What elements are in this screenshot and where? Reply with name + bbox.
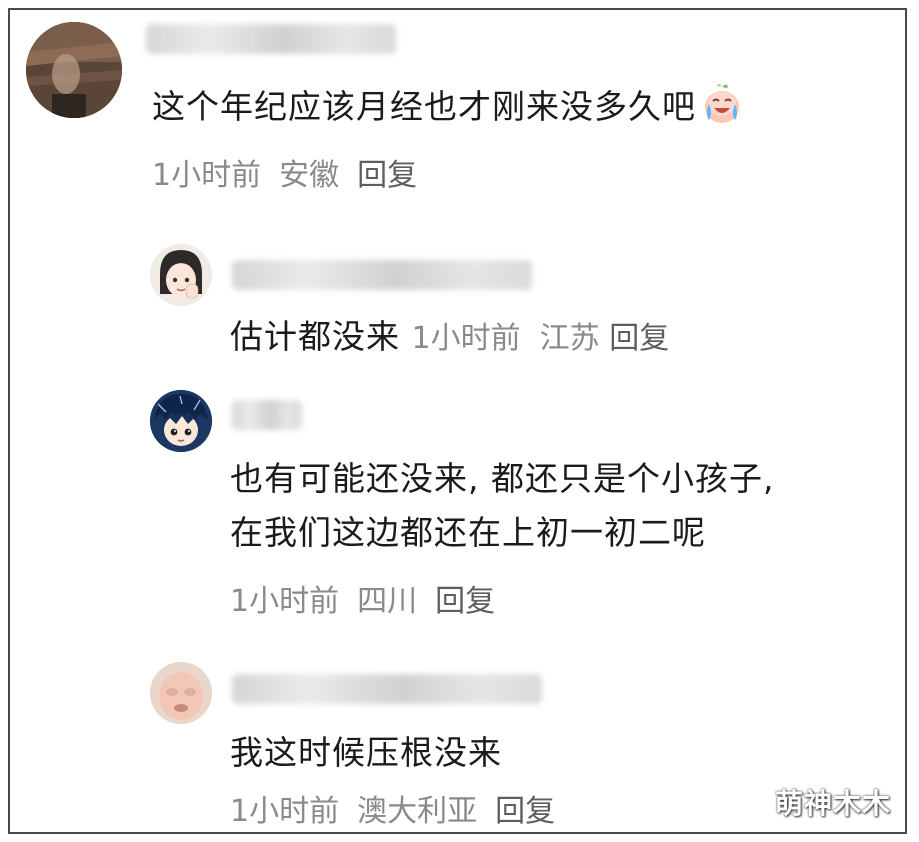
username-blurred[interactable] bbox=[146, 24, 396, 54]
comment-location: 四川 bbox=[357, 584, 418, 619]
crying-laughing-peach-emoji-icon bbox=[700, 82, 744, 126]
reply-comment: 我这时候压根没来 1小时前 澳大利亚 回复 bbox=[10, 650, 905, 832]
comment-text-line: 也有可能还没来, 都还只是个小孩子, bbox=[230, 459, 775, 498]
comment-time: 1小时前 bbox=[152, 158, 262, 193]
anime-boy-avatar-icon bbox=[150, 390, 212, 452]
reply-button[interactable]: 回复 bbox=[609, 321, 669, 356]
comment-meta: 1小时前 四川 回复 bbox=[230, 582, 513, 622]
comment-location: 安徽 bbox=[279, 158, 340, 193]
comment-time: 1小时前 bbox=[230, 794, 340, 829]
comment-text: 这个年纪应该月经也才刚来没多久吧 bbox=[152, 80, 744, 134]
avatar[interactable] bbox=[150, 662, 212, 724]
comment-time: 1小时前 bbox=[411, 321, 521, 356]
avatar[interactable] bbox=[150, 390, 212, 452]
avatar[interactable] bbox=[150, 244, 212, 306]
username-blurred[interactable] bbox=[232, 400, 302, 430]
reply-button[interactable]: 回复 bbox=[435, 584, 495, 619]
reply-button[interactable]: 回复 bbox=[495, 794, 555, 829]
username-blurred[interactable] bbox=[232, 260, 532, 290]
reply-comment: 也有可能还没来, 都还只是个小孩子, 在我们这边都还在上初一初二呢 1小时前 四川… bbox=[10, 380, 905, 630]
comment-text: 我这时候压根没来 bbox=[230, 733, 502, 772]
avatar-photo-icon bbox=[26, 22, 122, 118]
comment-meta: 1小时前 江苏 回复 bbox=[412, 321, 670, 356]
username-blurred[interactable] bbox=[232, 674, 542, 704]
comment-location: 澳大利亚 bbox=[357, 794, 478, 829]
comment-top-level: 这个年纪应该月经也才刚来没多久吧 1小时前 安徽 回复 bbox=[10, 10, 905, 210]
watermark: 萌神木木 bbox=[774, 787, 891, 820]
comment-thread: 这个年纪应该月经也才刚来没多久吧 1小时前 安徽 回复 估计都没来 1小时前 江… bbox=[8, 8, 907, 834]
comment-text: 估计都没来 1小时前 江苏 回复 bbox=[230, 317, 670, 356]
anime-girl-avatar-icon bbox=[150, 244, 212, 306]
avatar[interactable] bbox=[26, 22, 122, 118]
reply-button[interactable]: 回复 bbox=[357, 158, 417, 193]
comment-location: 江苏 bbox=[539, 321, 600, 356]
avatar-photo-icon bbox=[150, 662, 212, 724]
comment-time: 1小时前 bbox=[230, 584, 340, 619]
comment-text-line: 在我们这边都还在上初一初二呢 bbox=[230, 513, 706, 552]
comment-meta: 1小时前 安徽 回复 bbox=[152, 156, 435, 196]
comment-meta: 1小时前 澳大利亚 回复 bbox=[230, 792, 573, 832]
reply-comment: 估计都没来 1小时前 江苏 回复 bbox=[10, 230, 905, 360]
